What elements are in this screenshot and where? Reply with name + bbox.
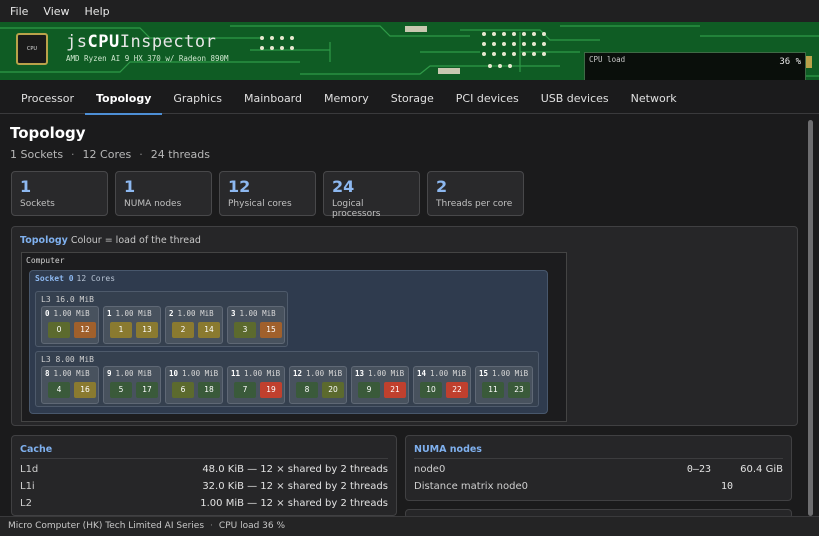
cache-row: L1i 32.0 KiB — 12 × shared by 2 threads xyxy=(20,481,388,492)
thread-cell[interactable]: 19 xyxy=(260,382,282,398)
thread-cell[interactable]: 0 xyxy=(48,322,70,338)
tab-topology[interactable]: Topology xyxy=(84,86,163,115)
core-box: 11 1.00 MiB 7 19 xyxy=(227,366,285,404)
menu-help[interactable]: Help xyxy=(85,5,110,18)
cpu-load-graph: CPU load 36 % xyxy=(584,52,806,80)
thread-cell[interactable]: 23 xyxy=(508,382,530,398)
menu-view[interactable]: View xyxy=(43,5,69,18)
app-banner: CPU jsCPUInspector AMD Ryzen AI 9 HX 370… xyxy=(0,22,819,80)
numa-distance-row: Distance matrix node0 10 xyxy=(414,481,733,492)
l3-cache-group: L3 16.0 MiB 0 1.00 MiB 0 12 1 1.00 MiB 1 13 2 1.0… xyxy=(35,291,288,347)
thread-cell[interactable]: 7 xyxy=(234,382,256,398)
summary-cores: 12 Cores xyxy=(82,148,132,161)
thread-cell[interactable]: 21 xyxy=(384,382,406,398)
thread-cell[interactable]: 5 xyxy=(110,382,132,398)
core-box: 12 1.00 MiB 8 20 xyxy=(289,366,347,404)
tab-graphics[interactable]: Graphics xyxy=(162,86,233,114)
core-box: 8 1.00 MiB 4 16 xyxy=(41,366,99,404)
page-title: Topology xyxy=(10,124,86,142)
tab-memory[interactable]: Memory xyxy=(313,86,380,114)
status-vendor: Micro Computer (HK) Tech Limited AI Seri… xyxy=(8,521,205,531)
core-box: 3 1.00 MiB 3 15 xyxy=(227,306,285,344)
summary-sockets: 1 Sockets xyxy=(10,148,64,161)
thread-cell[interactable]: 9 xyxy=(358,382,380,398)
thread-cell[interactable]: 10 xyxy=(420,382,442,398)
l3-cache-group: L3 8.00 MiB 8 1.00 MiB 4 16 9 1.00 MiB 5 17 10 1.… xyxy=(35,351,539,407)
stat-card-sockets: 1 Sockets xyxy=(11,171,108,216)
vertical-scrollbar[interactable] xyxy=(806,116,814,516)
thread-cell[interactable]: 6 xyxy=(172,382,194,398)
thread-cell[interactable]: 20 xyxy=(322,382,344,398)
tab-pci-devices[interactable]: PCI devices xyxy=(445,86,530,114)
thread-cell[interactable]: 1 xyxy=(110,322,132,338)
app-title: jsCPUInspector xyxy=(66,32,217,52)
thread-cell[interactable]: 17 xyxy=(136,382,158,398)
core-box: 2 1.00 MiB 2 14 xyxy=(165,306,223,344)
thread-cell[interactable]: 3 xyxy=(234,322,256,338)
cpu-model-name: AMD Ryzen AI 9 HX 370 w/ Radeon 890M xyxy=(66,54,229,63)
cache-row: L2 1.00 MiB — 12 × shared by 2 threads xyxy=(20,498,388,509)
stat-cards: 1 Sockets 1 NUMA nodes 12 Physical cores 24… xyxy=(11,171,524,219)
tab-usb-devices[interactable]: USB devices xyxy=(530,86,620,114)
stat-card-threads-per-core: 2 Threads per core xyxy=(427,171,524,216)
cache-row: L1d 48.0 KiB — 12 × shared by 2 threads xyxy=(20,464,388,475)
cpu-load-value: 36 % xyxy=(779,57,801,67)
core-box: 13 1.00 MiB 9 21 xyxy=(351,366,409,404)
tab-network[interactable]: Network xyxy=(620,86,688,114)
core-box: 1 1.00 MiB 1 13 xyxy=(103,306,161,344)
stat-card-physical-cores: 12 Physical cores xyxy=(219,171,316,216)
socket-node: Socket 0 12 Cores L3 16.0 MiB 0 1.00 MiB 0 1… xyxy=(29,270,548,414)
scrollbar-thumb[interactable] xyxy=(808,120,813,516)
topology-caption: Colour = load of the thread xyxy=(70,235,201,246)
status-bar: Micro Computer (HK) Tech Limited AI Seri… xyxy=(0,516,819,536)
topology-panel: Topology Colour = load of the thread Comp… xyxy=(11,226,798,426)
numa-node-row: node0 0–23 60.4 GiB xyxy=(414,464,783,475)
menu-bar: File View Help xyxy=(0,0,819,22)
core-box: 0 1.00 MiB 0 12 xyxy=(41,306,99,344)
numa-panel: NUMA nodes node0 0–23 60.4 GiB Distance … xyxy=(405,435,792,501)
status-cpu-load: CPU load 36 % xyxy=(218,521,286,531)
thread-cell[interactable]: 13 xyxy=(136,322,158,338)
thread-cell[interactable]: 16 xyxy=(74,382,96,398)
thread-cell[interactable]: 18 xyxy=(198,382,220,398)
stat-card-numa-nodes: 1 NUMA nodes xyxy=(115,171,212,216)
thread-cell[interactable]: 15 xyxy=(260,322,282,338)
tab-storage[interactable]: Storage xyxy=(380,86,445,114)
thread-cell[interactable]: 4 xyxy=(48,382,70,398)
thread-cell[interactable]: 12 xyxy=(74,322,96,338)
summary-threads: 24 threads xyxy=(150,148,211,161)
tab-bar: Processor Topology Graphics Mainboard Memory… xyxy=(0,86,819,115)
cache-heading: Cache xyxy=(20,444,388,459)
tab-processor[interactable]: Processor xyxy=(10,86,85,114)
cpu-chip-logo: CPU xyxy=(16,33,48,65)
core-box: 10 1.00 MiB 6 18 xyxy=(165,366,223,404)
thread-cell[interactable]: 8 xyxy=(296,382,318,398)
core-box: 9 1.00 MiB 5 17 xyxy=(103,366,161,404)
tab-mainboard[interactable]: Mainboard xyxy=(233,86,313,114)
stat-card-logical-processors: 24 Logical processors xyxy=(323,171,420,219)
menu-file[interactable]: File xyxy=(10,5,28,18)
core-box: 14 1.00 MiB 10 22 xyxy=(413,366,471,404)
thread-cell[interactable]: 14 xyxy=(198,322,220,338)
numa-heading: NUMA nodes xyxy=(414,444,783,459)
thread-cell[interactable]: 11 xyxy=(482,382,504,398)
topology-heading: Topology xyxy=(20,235,68,246)
thread-cell[interactable]: 2 xyxy=(172,322,194,338)
topology-summary: 1 Sockets · 12 Cores · 24 threads xyxy=(10,148,211,161)
cache-panel: Cache L1d 48.0 KiB — 12 × shared by 2 thr… xyxy=(11,435,397,516)
computer-node: Computer Socket 0 12 Cores L3 16.0 MiB 01… xyxy=(21,252,567,422)
core-box: 15 1.00 MiB 11 23 xyxy=(475,366,533,404)
cpu-load-label: CPU load xyxy=(589,55,626,64)
thread-cell[interactable]: 22 xyxy=(446,382,468,398)
